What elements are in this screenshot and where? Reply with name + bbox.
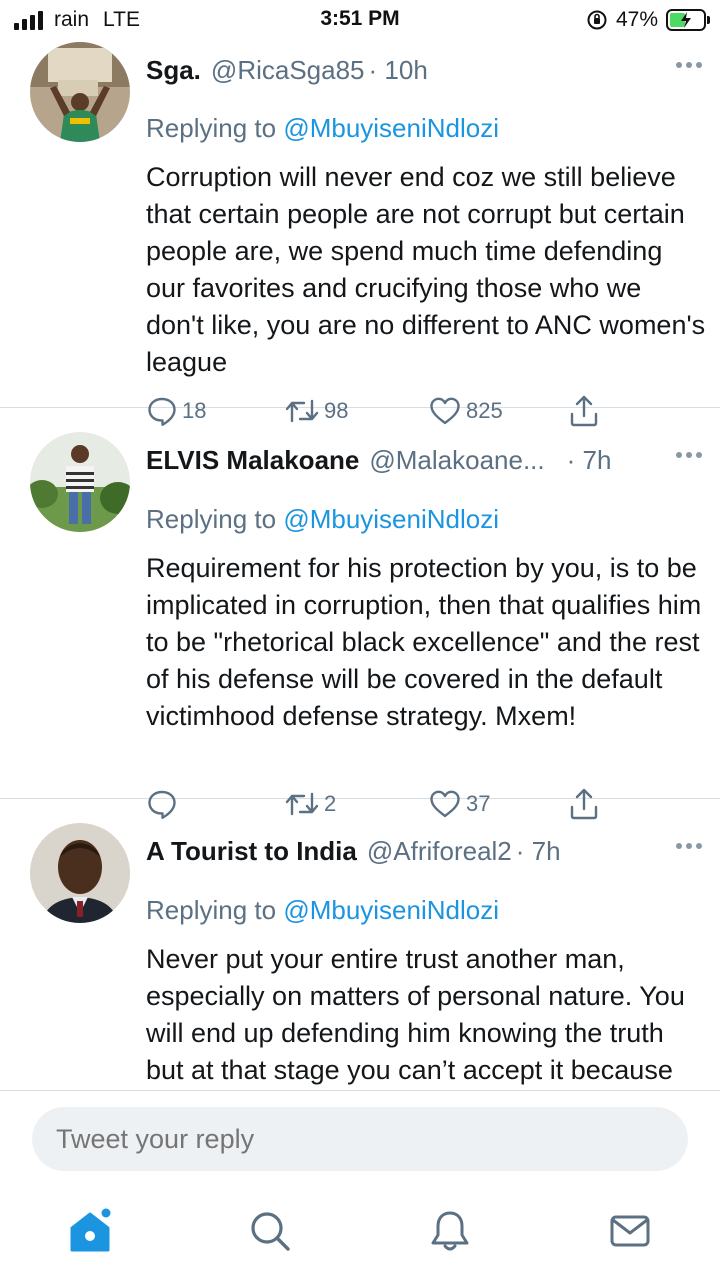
- tweet-header: ELVIS Malakoane @Malakoane... · 7h: [146, 444, 700, 476]
- tweet-header: Sga. @RicaSga85 · 10h: [146, 54, 700, 86]
- tweet-text: Corruption will never end coz we still b…: [146, 162, 706, 377]
- user-handle[interactable]: @RicaSga85: [211, 55, 365, 86]
- avatar[interactable]: [30, 42, 130, 142]
- status-bar: rain LTE 3:51 PM 47%: [0, 0, 720, 40]
- more-icon[interactable]: [672, 62, 702, 68]
- battery-icon: [666, 9, 710, 31]
- home-icon: [70, 1208, 111, 1252]
- bottom-tab-bar: [0, 1201, 720, 1261]
- tweet[interactable]: Sga. @RicaSga85 · 10h Replying to @Mbuyi…: [0, 40, 720, 427]
- tab-messages[interactable]: [600, 1201, 660, 1261]
- tab-notifications[interactable]: [420, 1201, 480, 1261]
- mention-link[interactable]: @MbuyiseniNdlozi: [283, 113, 499, 143]
- tweet-time: · 7h: [566, 444, 612, 475]
- reply-composer: [0, 1090, 720, 1280]
- more-icon[interactable]: [672, 452, 702, 458]
- replying-to-label: Replying to: [146, 895, 277, 925]
- replying-to: Replying to @MbuyiseniNdlozi: [146, 504, 499, 535]
- tweet-reply-input[interactable]: [32, 1107, 688, 1171]
- search-icon: [251, 1212, 290, 1251]
- tab-home[interactable]: [60, 1201, 120, 1261]
- status-right: 47%: [586, 7, 710, 33]
- more-icon[interactable]: [672, 843, 702, 849]
- user-handle[interactable]: @Afriforeal2: [367, 836, 512, 867]
- tweet-time: · 10h: [368, 54, 428, 85]
- replying-to: Replying to @MbuyiseniNdlozi: [146, 113, 499, 144]
- user-handle[interactable]: @Malakoane...: [369, 445, 544, 476]
- display-name[interactable]: ELVIS Malakoane: [146, 445, 359, 476]
- messages-icon: [610, 1215, 650, 1247]
- avatar[interactable]: [30, 823, 130, 923]
- tweet-text: Requirement for his protection by you, i…: [146, 553, 702, 731]
- tweet[interactable]: ELVIS Malakoane @Malakoane... · 7h Reply…: [0, 408, 720, 820]
- tweet[interactable]: A Tourist to India @Afriforeal2 · 7h Rep…: [0, 799, 720, 1090]
- battery-percent: 47%: [615, 8, 658, 31]
- tweet-header: A Tourist to India @Afriforeal2 · 7h: [146, 835, 700, 867]
- tab-search[interactable]: [240, 1201, 300, 1261]
- tweet-text: Never put your entire trust another man,…: [146, 944, 685, 1085]
- display-name[interactable]: Sga.: [146, 55, 201, 86]
- replying-to: Replying to @MbuyiseniNdlozi: [146, 895, 499, 926]
- replying-to-label: Replying to: [146, 504, 277, 534]
- display-name[interactable]: A Tourist to India: [146, 836, 357, 867]
- avatar[interactable]: [30, 432, 130, 532]
- replying-to-label: Replying to: [146, 113, 277, 143]
- orientation-lock-icon: [587, 10, 607, 30]
- reply-feed[interactable]: Sga. @RicaSga85 · 10h Replying to @Mbuyi…: [0, 40, 720, 1090]
- notifications-icon: [431, 1211, 469, 1251]
- mention-link[interactable]: @MbuyiseniNdlozi: [283, 504, 499, 534]
- mention-link[interactable]: @MbuyiseniNdlozi: [283, 895, 499, 925]
- tweet-time: · 7h: [515, 835, 561, 866]
